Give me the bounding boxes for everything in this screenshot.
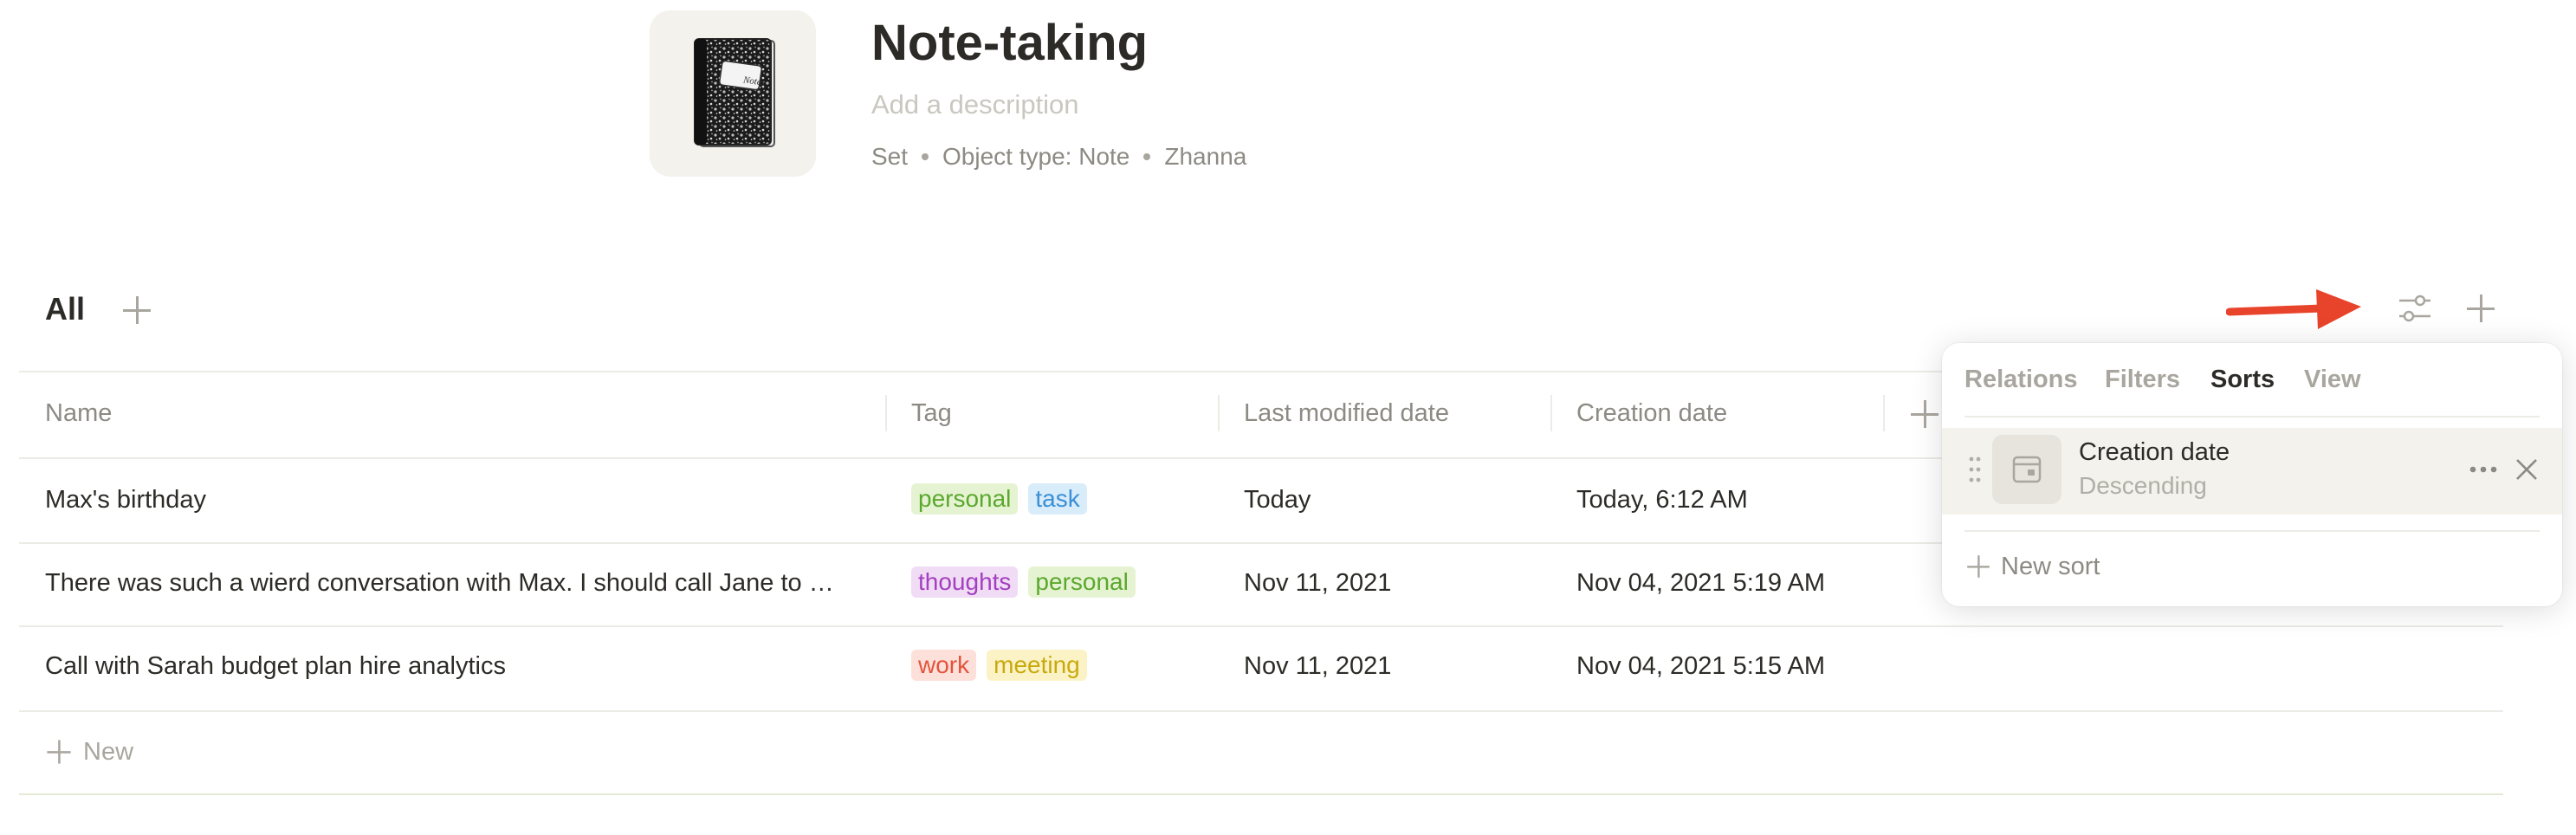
row-name[interactable]: Max's birthday: [45, 482, 206, 517]
meta-separator: [922, 153, 929, 160]
red-arrow-icon: [2226, 289, 2361, 329]
column-header-name[interactable]: Name: [45, 396, 112, 430]
new-row-button[interactable]: New: [42, 735, 133, 769]
tab-filters[interactable]: Filters: [2105, 362, 2180, 397]
new-sort-button[interactable]: New sort: [1961, 549, 2100, 584]
row-tags[interactable]: thoughts personal: [911, 566, 1146, 598]
close-icon[interactable]: [2514, 456, 2540, 482]
plus-icon: [1964, 553, 1992, 580]
column-header-tag[interactable]: Tag: [911, 396, 952, 430]
row-last-modified[interactable]: Nov 11, 2021: [1244, 649, 1391, 683]
row-name[interactable]: There was such a wierd conversation with…: [45, 566, 834, 600]
plus-icon: [44, 737, 74, 767]
object-cover-icon[interactable]: [650, 10, 816, 177]
meta-set[interactable]: Set: [871, 140, 908, 173]
add-column-icon[interactable]: [1907, 397, 1942, 431]
tag-badge: task: [1028, 483, 1087, 515]
more-icon[interactable]: [2469, 464, 2498, 475]
tag-badge: personal: [911, 483, 1019, 515]
tag-badge: work: [911, 650, 977, 681]
drag-handle-icon[interactable]: [1968, 456, 1982, 483]
tag-badge: thoughts: [911, 566, 1019, 598]
meta-object-type[interactable]: Object type: Note: [942, 140, 1129, 173]
tag-badge: meeting: [987, 650, 1087, 681]
object-meta: Set Object type: Note Zhanna: [871, 140, 1246, 173]
view-tab-all[interactable]: All: [45, 289, 85, 329]
tab-sorts[interactable]: Sorts: [2210, 362, 2275, 397]
add-view-icon[interactable]: [120, 293, 154, 327]
tab-view[interactable]: View: [2304, 362, 2361, 397]
row-name[interactable]: Call with Sarah budget plan hire analyti…: [45, 649, 506, 683]
tag-badge: personal: [1028, 566, 1136, 598]
row-last-modified[interactable]: Nov 11, 2021: [1244, 566, 1391, 600]
sort-relation-icon-box: [1992, 435, 2061, 504]
column-separator[interactable]: [1218, 395, 1220, 431]
row-tags[interactable]: personal task: [911, 483, 1097, 515]
composition-notebook-icon: [694, 38, 775, 147]
row-creation-date[interactable]: Today, 6:12 AM: [1576, 482, 1748, 517]
column-header-creation-date[interactable]: Creation date: [1576, 396, 1727, 430]
column-separator[interactable]: [1883, 395, 1885, 431]
add-object-icon[interactable]: [2463, 291, 2498, 326]
sort-direction[interactable]: Descending: [2079, 469, 2207, 502]
meta-author[interactable]: Zhanna: [1164, 140, 1246, 173]
popup-divider: [1964, 416, 2540, 418]
sliders-icon[interactable]: [2396, 289, 2434, 327]
row-creation-date[interactable]: Nov 04, 2021 5:19 AM: [1576, 566, 1825, 600]
tab-relations[interactable]: Relations: [1964, 362, 2078, 397]
row-last-modified[interactable]: Today: [1244, 482, 1311, 517]
row-creation-date[interactable]: Nov 04, 2021 5:15 AM: [1576, 649, 1825, 683]
row-tags[interactable]: work meeting: [911, 650, 1097, 681]
sort-item[interactable]: Creation date Descending: [1942, 428, 2562, 515]
view-settings-popup: Relations Filters Sorts View Creation da…: [1942, 343, 2562, 606]
popup-divider: [1964, 530, 2540, 532]
table-bottom-divider: [19, 793, 2503, 795]
description-field[interactable]: Add a description: [871, 87, 1079, 123]
column-separator[interactable]: [885, 395, 887, 431]
page-title[interactable]: Note-taking: [871, 10, 1148, 76]
new-sort-label: New sort: [2001, 553, 2100, 580]
new-row-label: New: [83, 738, 134, 766]
column-separator[interactable]: [1550, 395, 1552, 431]
calendar-icon: [2012, 456, 2042, 483]
meta-separator: [1143, 153, 1151, 160]
column-header-last-modified[interactable]: Last modified date: [1244, 396, 1449, 430]
sort-relation-name: Creation date: [2079, 438, 2230, 466]
row-divider: [19, 710, 2503, 712]
